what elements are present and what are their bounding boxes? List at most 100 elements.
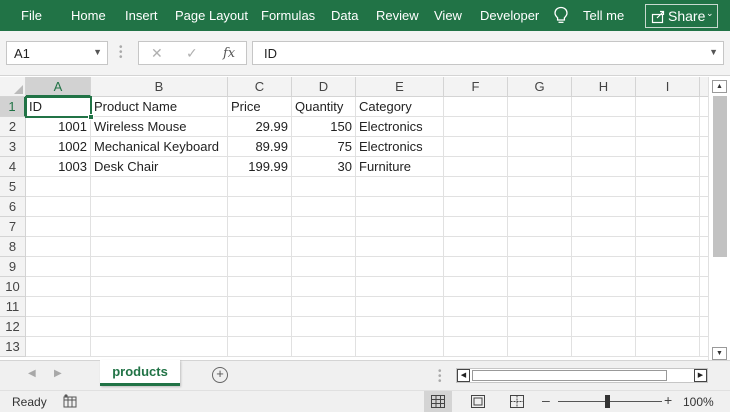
grid-cell[interactable] <box>508 197 572 217</box>
grid-cell[interactable] <box>91 257 228 277</box>
grid-cell[interactable] <box>91 217 228 237</box>
grid-cell[interactable] <box>572 297 636 317</box>
zoom-slider[interactable]: – + <box>540 392 680 410</box>
tab-insert[interactable]: Insert <box>125 8 158 23</box>
chevron-down-icon[interactable]: ▼ <box>93 47 102 57</box>
zoom-in-icon[interactable]: + <box>664 392 672 408</box>
grid-cell[interactable] <box>572 257 636 277</box>
row-header[interactable]: 6 <box>0 197 26 217</box>
grid-cell[interactable] <box>636 337 700 357</box>
grid-cell[interactable] <box>26 237 91 257</box>
grid-cell[interactable] <box>444 237 508 257</box>
insert-function-icon[interactable]: fx <box>223 46 235 61</box>
grid-cell[interactable] <box>444 337 508 357</box>
row-header[interactable]: 11 <box>0 297 26 317</box>
tab-formulas[interactable]: Formulas <box>261 8 315 23</box>
grid-cell[interactable]: Desk Chair <box>91 157 228 177</box>
grid-cell[interactable] <box>508 237 572 257</box>
grid-cell[interactable] <box>572 277 636 297</box>
tab-home[interactable]: Home <box>71 8 106 23</box>
zoom-level[interactable]: 100% <box>683 395 714 409</box>
grid-cell[interactable]: Quantity <box>292 97 356 117</box>
grid-cell[interactable] <box>292 177 356 197</box>
grid-cell[interactable]: 1001 <box>26 117 91 137</box>
grid-cell[interactable] <box>356 237 444 257</box>
grid-cell[interactable] <box>700 137 708 157</box>
grid-cell[interactable]: Electronics <box>356 117 444 137</box>
grid-cell[interactable] <box>292 237 356 257</box>
grid-cell[interactable] <box>228 217 292 237</box>
grid-cell[interactable] <box>700 217 708 237</box>
grid-cell[interactable] <box>636 297 700 317</box>
grid-cell[interactable] <box>700 117 708 137</box>
add-sheet-button[interactable]: + <box>212 367 228 383</box>
column-header[interactable] <box>700 77 708 97</box>
grid-cell[interactable] <box>572 97 636 117</box>
grid-cell[interactable] <box>356 277 444 297</box>
tab-file[interactable]: File <box>21 8 42 23</box>
grid-cell[interactable] <box>444 317 508 337</box>
grid-cell[interactable]: Product Name <box>91 97 228 117</box>
grid-cell[interactable] <box>228 257 292 277</box>
grid-cell[interactable] <box>91 197 228 217</box>
zoom-knob[interactable] <box>605 395 610 408</box>
select-all-button[interactable] <box>0 77 26 97</box>
grid-cell[interactable]: Electronics <box>356 137 444 157</box>
column-header[interactable]: A <box>26 77 91 97</box>
grid-cell[interactable] <box>700 277 708 297</box>
row-header[interactable]: 4 <box>0 157 26 177</box>
grid-cell[interactable] <box>228 177 292 197</box>
grid-cell[interactable]: 89.99 <box>228 137 292 157</box>
grid-cell[interactable]: 199.99 <box>228 157 292 177</box>
formula-input[interactable]: ID ▼ <box>252 41 724 65</box>
grid-cell[interactable] <box>292 317 356 337</box>
grid-cell[interactable] <box>91 237 228 257</box>
grid-cell[interactable] <box>700 257 708 277</box>
grid-cell[interactable] <box>444 197 508 217</box>
grid-cell[interactable] <box>508 137 572 157</box>
scroll-thumb[interactable] <box>713 96 727 257</box>
name-box[interactable]: A1 ▼ <box>6 41 108 65</box>
grid-cell[interactable] <box>91 177 228 197</box>
expand-formula-icon[interactable]: ▼ <box>709 47 718 57</box>
grid-cell[interactable] <box>508 217 572 237</box>
enter-icon[interactable]: ✓ <box>186 45 198 62</box>
grid-cell[interactable] <box>91 337 228 357</box>
grid-cell[interactable] <box>91 297 228 317</box>
grid-cell[interactable] <box>508 297 572 317</box>
column-header[interactable]: D <box>292 77 356 97</box>
grid-cell[interactable] <box>700 337 708 357</box>
grid-cell[interactable] <box>444 157 508 177</box>
prev-sheet-icon[interactable]: ◀ <box>28 368 36 379</box>
grid-cell[interactable] <box>26 277 91 297</box>
scroll-right-icon[interactable]: ▶ <box>694 369 707 382</box>
sheet-tab-products[interactable]: products <box>100 360 180 386</box>
row-header[interactable]: 7 <box>0 217 26 237</box>
grid-cell[interactable] <box>292 197 356 217</box>
grid-cell[interactable] <box>292 337 356 357</box>
grid-cell[interactable] <box>292 217 356 237</box>
grid-cell[interactable]: Furniture <box>356 157 444 177</box>
zoom-track[interactable] <box>558 401 662 402</box>
grid-cell[interactable]: 29.99 <box>228 117 292 137</box>
scroll-up-icon[interactable]: ▲ <box>712 80 727 93</box>
tell-me-search[interactable]: Tell me <box>583 8 624 23</box>
grid-cell[interactable] <box>356 297 444 317</box>
row-header[interactable]: 8 <box>0 237 26 257</box>
column-header[interactable]: G <box>508 77 572 97</box>
column-header[interactable]: H <box>572 77 636 97</box>
grid-cell[interactable] <box>636 177 700 197</box>
grid-cell[interactable] <box>572 157 636 177</box>
grid-cell[interactable] <box>356 317 444 337</box>
grid-cell[interactable] <box>444 117 508 137</box>
grid-cell[interactable] <box>444 257 508 277</box>
grid-cell[interactable] <box>292 277 356 297</box>
worksheet-grid[interactable]: A B C D E F G H I 1 2 3 4 5 6 7 8 9 10 11 12 13 ID Pr… <box>0 77 708 360</box>
grid-cell[interactable]: Wireless Mouse <box>91 117 228 137</box>
grid-cell[interactable] <box>91 277 228 297</box>
grid-cell[interactable]: Mechanical Keyboard <box>91 137 228 157</box>
grid-cell[interactable] <box>572 137 636 157</box>
grid-cell[interactable] <box>700 297 708 317</box>
grid-cell[interactable]: 1002 <box>26 137 91 157</box>
grid-cell[interactable]: 1003 <box>26 157 91 177</box>
